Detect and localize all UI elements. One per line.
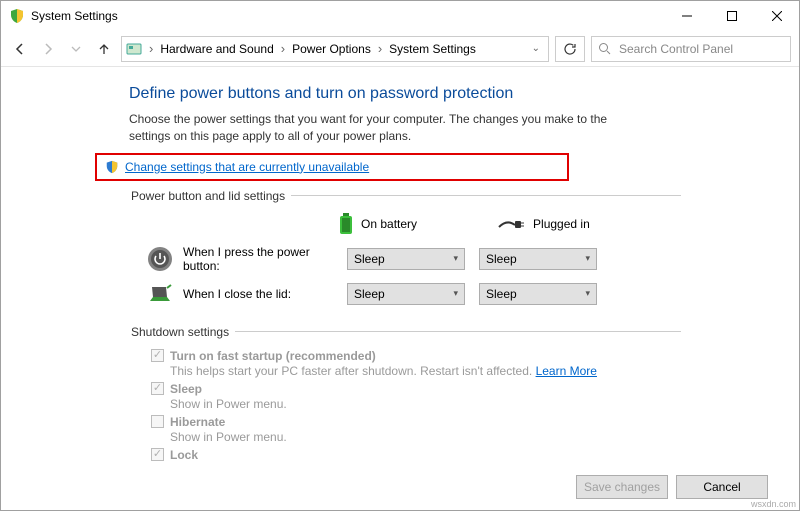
save-button: Save changes [576,475,668,499]
refresh-button[interactable] [555,36,585,62]
checkbox-label: Lock [170,448,198,462]
power-button-icon [147,246,173,272]
control-panel-icon [126,41,142,57]
checkbox-label: Sleep [170,382,202,396]
checkbox-label: Turn on fast startup (recommended) [170,349,376,363]
up-button[interactable] [93,38,115,60]
back-button[interactable] [9,38,31,60]
chevron-down-icon[interactable]: ⌄ [532,43,544,54]
checkbox-lock: ✓ [151,448,164,461]
search-icon [598,42,611,55]
address-bar[interactable]: Hardware and Sound Power Options System … [121,36,549,62]
column-label: Plugged in [533,217,590,231]
column-label: On battery [361,217,417,231]
checkbox-label: Hibernate [170,415,225,429]
chevron-down-icon: ▾ [453,253,458,264]
select-lid-plugged[interactable]: Sleep▾ [479,283,597,305]
recent-dropdown-icon[interactable] [65,38,87,60]
chevron-down-icon: ▾ [585,288,590,299]
row-label: When I press the power button: [183,245,347,273]
select-lid-battery[interactable]: Sleep▾ [347,283,465,305]
chevron-down-icon: ▾ [453,288,458,299]
minimize-button[interactable] [664,1,709,31]
group-legend: Power button and lid settings [129,189,291,203]
column-on-battery: On battery [339,213,417,235]
option-subtext: This helps start your PC faster after sh… [170,364,681,378]
select-power-battery[interactable]: Sleep▾ [347,248,465,270]
group-legend: Shutdown settings [129,325,235,339]
watermark: wsxdn.com [751,499,796,509]
option-fast-startup: ✓ Turn on fast startup (recommended) Thi… [151,349,681,378]
shutdown-settings-group: Shutdown settings ✓ Turn on fast startup… [129,325,681,462]
option-sleep: ✓ Sleep Show in Power menu. [151,382,681,411]
learn-more-link[interactable]: Learn More [536,364,597,378]
row-label: When I close the lid: [183,287,347,301]
laptop-lid-icon [147,281,173,307]
breadcrumb-system-settings[interactable]: System Settings [389,42,476,56]
search-box[interactable] [591,36,791,62]
row-close-lid: When I close the lid: Sleep▾ Sleep▾ [129,281,681,307]
option-lock: ✓ Lock [151,448,681,462]
option-subtext: Show in Power menu. [170,397,681,411]
cancel-button[interactable]: Cancel [676,475,768,499]
breadcrumb-power-options[interactable]: Power Options [292,42,371,56]
chevron-right-icon [375,41,385,56]
change-settings-link[interactable]: Change settings that are currently unava… [125,160,369,174]
column-plugged-in: Plugged in [497,213,590,235]
footer-buttons: Save changes Cancel [576,475,768,499]
breadcrumb-hardware[interactable]: Hardware and Sound [160,42,273,56]
page-description: Choose the power settings that you want … [129,111,649,145]
forward-button[interactable] [37,38,59,60]
checkbox-sleep: ✓ [151,382,164,395]
select-power-plugged[interactable]: Sleep▾ [479,248,597,270]
checkbox-fast-startup: ✓ [151,349,164,362]
page-heading: Define power buttons and turn on passwor… [129,85,681,103]
plug-icon [497,217,525,231]
chevron-right-icon [146,41,156,56]
maximize-button[interactable] [709,1,754,31]
window-title: System Settings [31,9,664,23]
nav-bar: Hardware and Sound Power Options System … [1,31,799,67]
option-hibernate: Hibernate Show in Power menu. [151,415,681,444]
chevron-right-icon [278,41,288,56]
chevron-down-icon: ▾ [585,253,590,264]
content-area: Define power buttons and turn on passwor… [1,67,681,462]
checkbox-hibernate [151,415,164,428]
battery-icon [339,213,353,235]
shield-icon [9,8,25,24]
row-power-button: When I press the power button: Sleep▾ Sl… [129,245,681,273]
close-button[interactable] [754,1,799,31]
search-input[interactable] [617,41,784,57]
power-button-lid-group: Power button and lid settings On battery… [129,189,681,315]
uac-shield-icon [105,160,119,174]
option-subtext: Show in Power menu. [170,430,681,444]
change-settings-highlight: Change settings that are currently unava… [95,153,569,181]
title-bar: System Settings [1,1,799,31]
